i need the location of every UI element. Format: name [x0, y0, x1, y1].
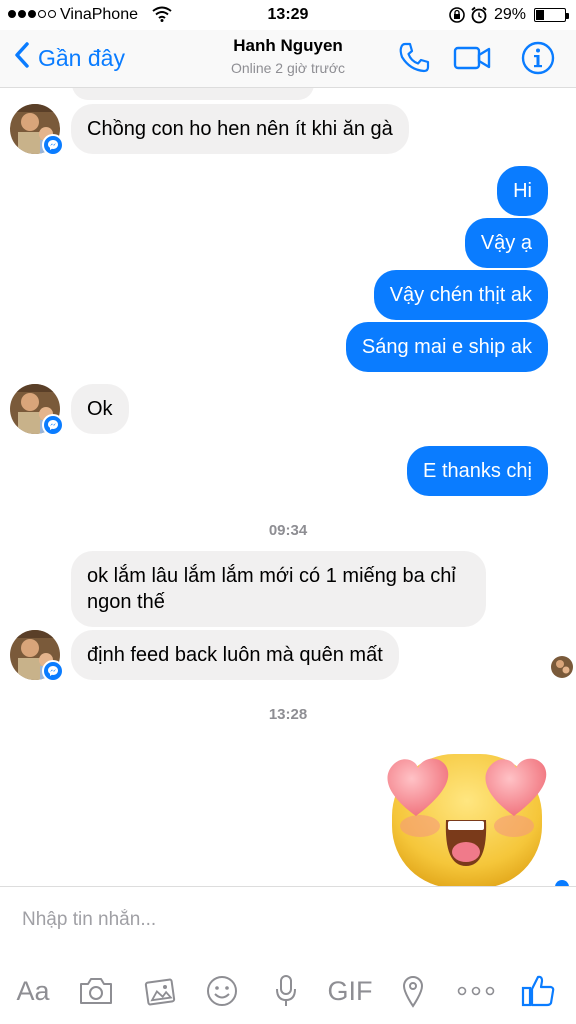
thumbs-up-icon[interactable]	[518, 971, 558, 1011]
timestamp: 13:28	[268, 706, 308, 723]
messenger-badge-icon	[42, 134, 64, 156]
message-composer: Aa GIF	[0, 886, 576, 1024]
microphone-icon[interactable]	[270, 971, 302, 1011]
conversation-header: Gần đây Hanh Nguyen Online 2 giờ trước	[0, 30, 576, 88]
message-bubble-outgoing[interactable]: Vậy chén thịt ak	[373, 270, 548, 320]
battery-percent: 29%	[494, 6, 527, 23]
messenger-badge-icon	[42, 414, 64, 436]
message-bubble-partial	[72, 88, 314, 100]
smiley-icon[interactable]	[204, 971, 240, 1011]
text-button-label: Aa	[16, 975, 50, 1006]
camera-icon[interactable]	[76, 971, 116, 1011]
gif-button[interactable]: GIF	[326, 971, 374, 1011]
messenger-badge-icon	[42, 660, 64, 682]
alarm-icon	[470, 6, 488, 29]
more-dots-icon[interactable]	[456, 971, 496, 1011]
message-bubble-outgoing[interactable]: Hi	[497, 166, 548, 216]
battery-icon	[534, 8, 569, 22]
heart-eyes-emoji[interactable]	[378, 738, 554, 886]
message-list[interactable]: Chồng con ho hen nên ít khi ăn gà Hi Vậy…	[0, 88, 576, 886]
read-receipt-avatar	[551, 656, 573, 678]
text-button[interactable]: Aa	[10, 971, 56, 1011]
video-camera-icon[interactable]	[452, 40, 492, 81]
message-input[interactable]	[22, 909, 542, 931]
message-bubble-incoming[interactable]: Chồng con ho hen nên ít khi ăn gà	[71, 104, 409, 154]
timestamp: 09:34	[268, 522, 308, 539]
message-bubble-incoming[interactable]: định feed back luôn mà quên mất	[71, 630, 399, 680]
message-bubble-outgoing[interactable]: E thanks chị	[407, 446, 548, 496]
message-bubble-incoming[interactable]: ok lắm lâu lắm lắm mới có 1 miếng ba chỉ…	[71, 551, 486, 627]
message-bubble-outgoing[interactable]: Vậy ạ	[464, 218, 548, 268]
location-pin-icon[interactable]	[398, 971, 428, 1011]
rotation-lock-icon	[448, 6, 466, 29]
gif-button-label: GIF	[327, 975, 373, 1006]
image-icon[interactable]	[142, 971, 178, 1011]
composer-toolbar: Aa GIF	[0, 971, 576, 1011]
phone-icon[interactable]	[396, 40, 432, 81]
status-bar: VinaPhone 13:29 29%	[0, 0, 576, 30]
message-bubble-outgoing[interactable]: Sáng mai e ship ak	[345, 322, 548, 372]
message-bubble-incoming[interactable]: Ok	[71, 384, 129, 434]
info-icon[interactable]	[520, 40, 556, 81]
clock: 13:29	[267, 6, 309, 23]
